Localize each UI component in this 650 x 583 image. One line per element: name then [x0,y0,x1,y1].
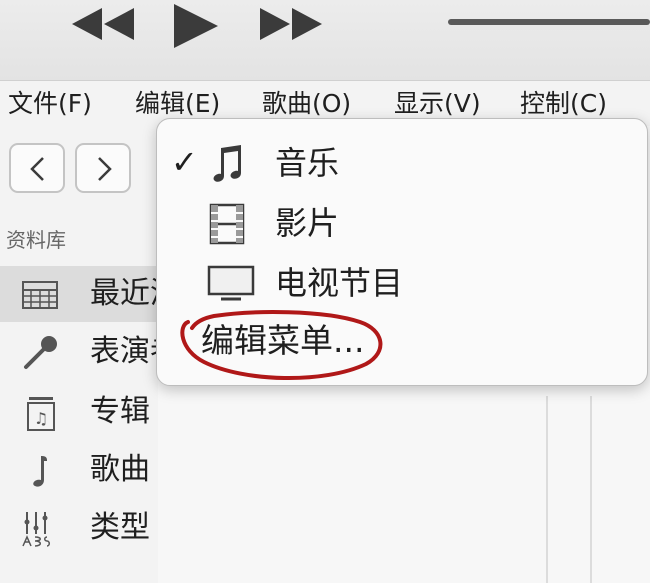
media-type-dropdown: ✓ 音乐 影片 电视节目 编辑菜单... [156,118,648,386]
sidebar-item-albums[interactable]: ♫ 专辑 [0,384,158,440]
play-icon [174,4,218,48]
rewind-icon [72,8,134,40]
film-icon [209,203,245,245]
sidebar-item-recently-added[interactable]: 最近添加 [0,266,210,322]
genre-icon [22,512,50,547]
chevron-left-icon [30,157,44,181]
forward-button[interactable] [75,143,131,193]
microphone-icon [24,336,57,369]
sidebar-item-artists[interactable]: 表演者 [0,324,180,380]
rewind-button[interactable] [70,4,136,44]
sidebar-item-label: 专辑 [90,394,150,429]
menu-view[interactable]: 显示(V) [394,87,481,121]
tv-icon [207,265,255,301]
menu-edit[interactable]: 编辑(E) [135,87,220,121]
music-note-icon [213,145,241,182]
menu-item-tv-shows[interactable]: 电视节目 [157,253,647,311]
menu-item-label: 影片 [275,204,340,242]
sidebar-item-songs[interactable]: 歌曲 [0,442,158,498]
sidebar-item-genres[interactable]: 类型 [0,500,158,556]
edit-menu-item[interactable]: 编辑菜单... [157,313,647,371]
music-note-icon [33,456,47,487]
player-toolbar [0,0,650,80]
checkmark-icon: ✓ [171,143,198,181]
album-icon: ♫ [27,397,55,431]
menu-item-label: 电视节目 [275,264,404,302]
sidebar-item-label: 歌曲 [90,452,150,487]
volume-slider[interactable] [448,19,650,25]
play-button[interactable] [168,4,222,48]
column-divider [546,396,548,583]
library-heading: 资料库 [6,228,66,252]
menu-controls[interactable]: 控制(C) [520,87,607,121]
sidebar-item-label: 类型 [90,510,150,545]
grid-icon [22,281,58,309]
chevron-right-icon [98,157,112,181]
menu-item-music[interactable]: ✓ 音乐 [157,133,647,191]
menu-item-label: 音乐 [275,144,340,182]
menu-file[interactable]: 文件(F) [8,87,92,121]
menu-item-movies[interactable]: 影片 [157,193,647,251]
menu-song[interactable]: 歌曲(O) [262,87,351,121]
back-button[interactable] [9,143,65,193]
fast-forward-button[interactable] [258,4,324,44]
column-divider [590,396,592,583]
svg-text:♫: ♫ [34,409,48,428]
menu-item-label: 编辑菜单... [201,321,365,360]
fast-forward-icon [260,8,322,40]
